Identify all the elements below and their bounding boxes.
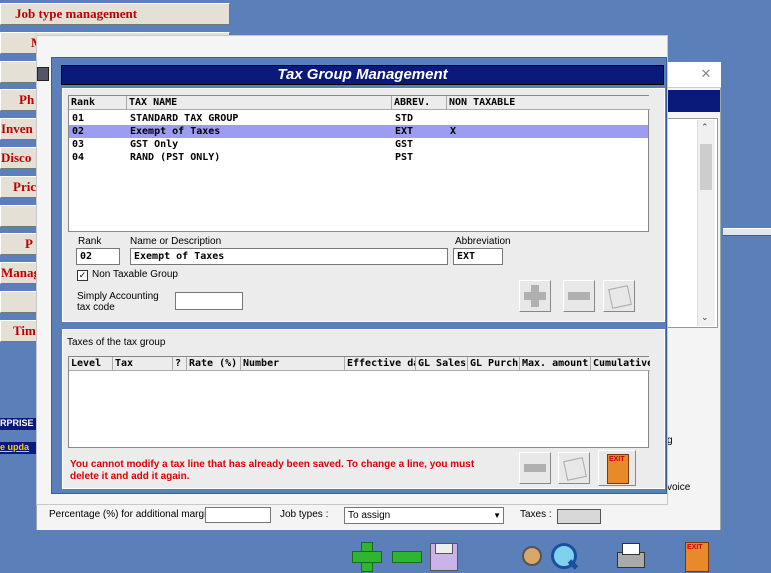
abbreviation-label: Abbreviation (455, 236, 511, 247)
scroll-down-icon[interactable]: ⌄ (701, 312, 709, 323)
taxes-table[interactable]: Level Tax ? Rate (%) Number Effective da… (68, 356, 650, 448)
name-label: Name or Description (130, 236, 222, 247)
nav-management[interactable]: Manag (0, 262, 40, 284)
save-icon[interactable] (427, 540, 459, 572)
name-cell: Exempt of Taxes (130, 126, 221, 137)
disk-icon (608, 285, 632, 309)
simply-label-line1: Simply Accounting (77, 291, 159, 302)
name-cell: GST Only (130, 139, 179, 150)
rank-cell: 02 (72, 126, 85, 137)
dialog-title: Tax Group Management (61, 65, 664, 85)
taxes-section-title: Taxes of the tax group (67, 337, 166, 348)
column-header[interactable]: Rate (%) (187, 357, 241, 371)
rank-cell: 01 (72, 113, 85, 124)
table-row[interactable]: 04 RAND (PST ONLY) PST (69, 151, 648, 164)
column-header[interactable]: GL Purch (468, 357, 520, 371)
disk-icon (563, 457, 587, 481)
rank-label: Rank (78, 236, 102, 247)
rank-cell: 04 (72, 152, 85, 163)
column-header[interactable]: Rank (69, 96, 127, 110)
exit-text: EXIT (609, 456, 625, 463)
column-header[interactable]: Level (69, 357, 113, 371)
column-header[interactable]: ? (173, 357, 187, 371)
tax-groups-table[interactable]: Rank TAX NAME ABREV. NON TAXABLE 01 STAN… (68, 95, 650, 232)
nav-job-type-management[interactable]: Job type management (0, 3, 230, 25)
zoom-icon[interactable] (548, 540, 580, 572)
table-row[interactable]: 03 GST Only GST (69, 138, 648, 151)
table-row[interactable]: 02 Exempt of Taxes EXT X (69, 125, 648, 138)
background-right-text: voice (667, 482, 691, 493)
nav-inventory[interactable]: Inven (0, 118, 40, 140)
simply-label-line2: tax code (77, 302, 115, 313)
rank-input[interactable]: 02 (76, 248, 120, 265)
rank-cell: 03 (72, 139, 85, 150)
column-header[interactable]: Cumulative (591, 357, 650, 371)
warning-message: You cannot modify a tax line that has al… (70, 459, 475, 482)
job-types-label: Job types : (280, 509, 329, 520)
column-header[interactable]: Number (241, 357, 345, 371)
background-scrollbar[interactable]: ⌃ ⌄ (697, 120, 715, 326)
simply-accounting-label: Simply Accounting tax code (77, 291, 159, 313)
job-types-select[interactable]: To assign ▼ (344, 507, 504, 524)
abrev-cell: EXT (395, 126, 414, 137)
minus-icon (568, 292, 590, 300)
add-icon[interactable] (350, 540, 382, 572)
nav-ph[interactable]: Ph (0, 89, 40, 111)
dialog-app-icon (37, 67, 49, 81)
add-group-button[interactable] (519, 280, 551, 312)
job-types-value: To assign (348, 510, 391, 521)
column-header[interactable]: Tax (113, 357, 173, 371)
close-icon[interactable]: ✕ (698, 66, 714, 82)
minus-icon (524, 464, 546, 472)
exit-icon[interactable]: EXIT (680, 540, 712, 572)
nav-blank[interactable] (0, 61, 40, 83)
nav-blank-2[interactable] (0, 205, 40, 227)
column-header[interactable]: Effective date (345, 357, 416, 371)
scroll-thumb[interactable] (700, 144, 712, 190)
margin-label: Percentage (%) for additional margin : (49, 509, 218, 520)
nav-time[interactable]: Tim (0, 320, 40, 342)
remove-icon[interactable] (390, 540, 422, 572)
save-tax-button[interactable] (558, 452, 590, 484)
column-header[interactable]: NON TAXABLE (447, 96, 650, 110)
search-user-icon[interactable] (516, 540, 548, 572)
nav-blank-3[interactable] (0, 291, 40, 313)
exit-label: EXIT (687, 544, 703, 551)
non-taxable-checkbox[interactable]: ✓ (77, 270, 88, 281)
save-group-button[interactable] (603, 280, 635, 312)
column-header[interactable]: GL Sales (416, 357, 468, 371)
chevron-down-icon[interactable]: ▼ (493, 508, 501, 523)
abrev-cell: STD (395, 113, 414, 124)
abrev-cell: GST (395, 139, 414, 150)
abrev-cell: PST (395, 152, 414, 163)
name-input[interactable]: Exempt of Taxes (130, 248, 448, 265)
print-icon[interactable] (614, 540, 646, 572)
nav-discount[interactable]: Disco (0, 147, 40, 169)
right-edge-arrow-icon (723, 228, 771, 236)
name-cell: RAND (PST ONLY) (130, 152, 221, 163)
column-header[interactable]: ABREV. (392, 96, 447, 110)
exit-button[interactable]: EXIT (598, 450, 636, 486)
enterprise-label: RPRISE (0, 418, 36, 430)
simply-tax-code-input[interactable] (175, 292, 243, 310)
non-taxable-cell: X (450, 126, 457, 137)
update-label: e upda (0, 442, 36, 454)
nav-p[interactable]: P (0, 233, 40, 255)
margin-input[interactable] (205, 507, 271, 523)
column-header[interactable]: Max. amount (520, 357, 591, 371)
scroll-up-icon[interactable]: ⌃ (701, 122, 709, 133)
taxes-label: Taxes : (520, 509, 552, 520)
remove-group-button[interactable] (563, 280, 595, 312)
remove-tax-button[interactable] (519, 452, 551, 484)
non-taxable-label: Non Taxable Group (92, 269, 178, 280)
nav-price[interactable]: Pric (0, 176, 40, 198)
taxes-box (557, 509, 601, 524)
name-cell: STANDARD TAX GROUP (130, 113, 239, 124)
table-row[interactable]: 01 STANDARD TAX GROUP STD (69, 112, 648, 125)
column-header[interactable]: TAX NAME (127, 96, 392, 110)
abbreviation-input[interactable]: EXT (453, 248, 503, 265)
